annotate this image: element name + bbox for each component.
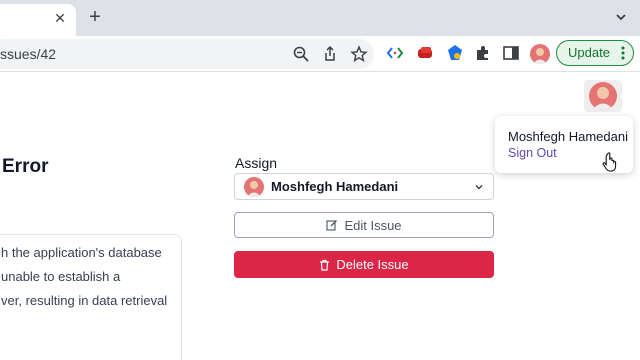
more-icon[interactable] xyxy=(621,45,625,61)
avatar xyxy=(589,82,617,110)
close-tab-icon[interactable]: ✕ xyxy=(50,8,70,28)
browser-tab-strip: ✕ + xyxy=(0,0,640,36)
description-line: ver, resulting in data retrieval xyxy=(1,293,168,308)
issue-title: Error xyxy=(2,156,49,177)
assignee-select[interactable]: Moshfegh Hamedani xyxy=(234,173,494,200)
edit-issue-button[interactable]: Edit Issue xyxy=(234,212,494,238)
delete-issue-label: Delete Issue xyxy=(336,257,409,272)
issue-description-card: h the application's database unable to e… xyxy=(0,234,182,360)
edit-icon xyxy=(326,220,338,231)
browser-toolbar: ssues/42 Update xyxy=(0,36,640,72)
trash-icon xyxy=(320,259,330,271)
zoom-icon[interactable] xyxy=(292,45,310,63)
user-name: Moshfegh Hamedani xyxy=(508,129,628,144)
profile-avatar-icon[interactable] xyxy=(530,44,550,64)
chevron-down-icon xyxy=(475,184,483,190)
assign-label: Assign xyxy=(235,155,278,171)
assignee-avatar xyxy=(244,177,264,197)
edit-issue-label: Edit Issue xyxy=(344,217,402,233)
red-extension-icon[interactable] xyxy=(416,44,434,62)
share-icon[interactable] xyxy=(321,45,339,63)
update-button[interactable]: Update xyxy=(556,40,634,66)
address-bar[interactable]: ssues/42 xyxy=(0,39,374,69)
bookmark-star-icon[interactable] xyxy=(350,45,368,63)
puzzle-extensions-icon[interactable] xyxy=(474,44,492,62)
description-line: h the application's database xyxy=(1,245,162,260)
new-tab-button[interactable]: + xyxy=(84,6,106,28)
url-text[interactable]: ssues/42 xyxy=(0,39,56,69)
sign-out-link[interactable]: Sign Out xyxy=(508,146,557,160)
hand-cursor-icon xyxy=(602,152,617,172)
browser-tab[interactable]: ✕ xyxy=(0,4,76,36)
user-avatar-button[interactable] xyxy=(584,80,622,112)
update-label: Update xyxy=(568,45,610,60)
description-line: unable to establish a xyxy=(1,269,121,284)
delete-issue-button[interactable]: Delete Issue xyxy=(234,251,494,278)
side-panel-icon[interactable] xyxy=(502,44,520,62)
assignee-value: Moshfegh Hamedani xyxy=(271,179,399,194)
tab-search-chevron-icon[interactable] xyxy=(612,8,630,26)
blue-extension-icon[interactable] xyxy=(446,44,464,62)
code-extension-icon[interactable] xyxy=(386,44,404,62)
